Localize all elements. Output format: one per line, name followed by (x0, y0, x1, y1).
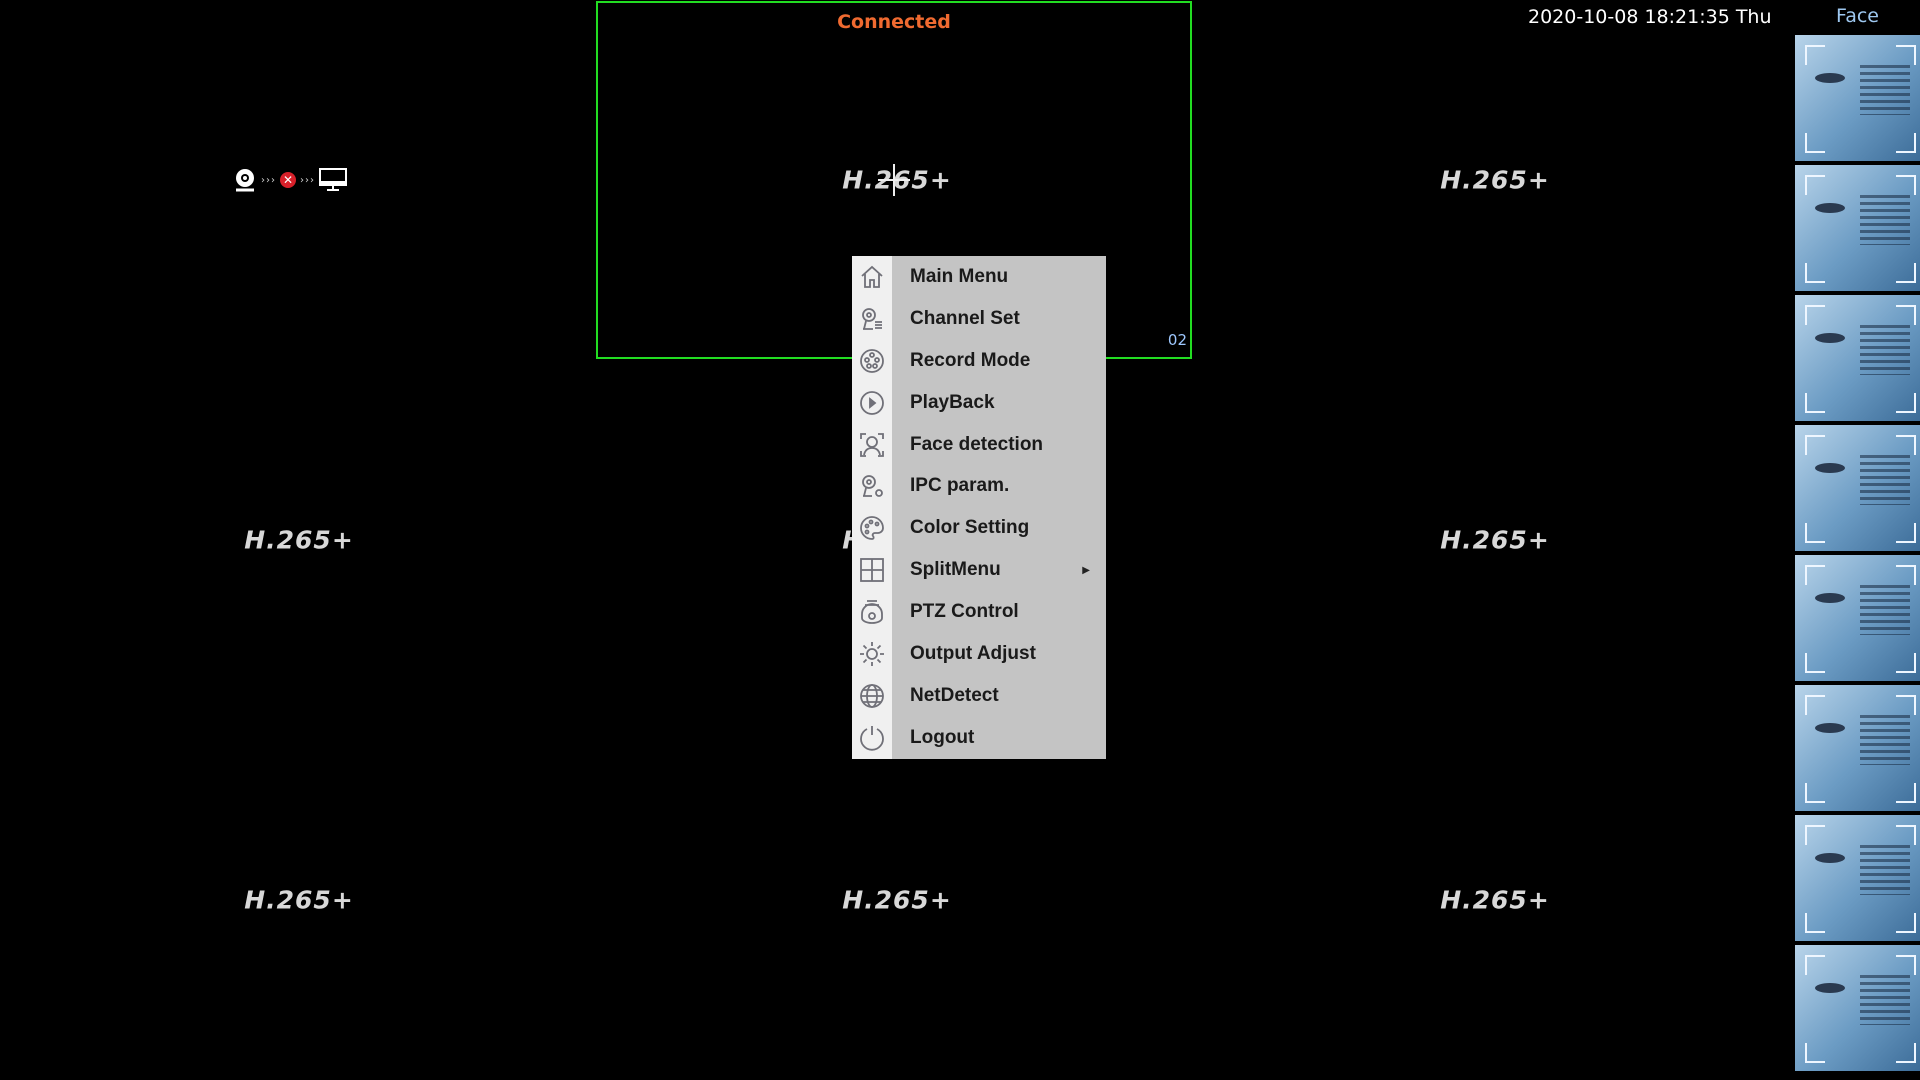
context-menu: Main Menu Channel Set Record Mode PlayBack F… (852, 256, 1106, 759)
menu-item-label: Output Adjust (910, 642, 1036, 664)
face-thumbnail[interactable] (1795, 685, 1920, 811)
face-thumbnail[interactable] (1795, 815, 1920, 941)
menu-item-ptz-control[interactable]: PTZ Control (852, 591, 1106, 633)
menu-item-ipc-param[interactable]: IPC param. (852, 465, 1106, 507)
film-reel-icon (860, 348, 884, 373)
menu-item-label: PTZ Control (910, 601, 1019, 623)
disconnected-icon: ✕ (280, 172, 296, 188)
submenu-arrow-icon: ▶ (1082, 564, 1090, 576)
datetime-display: 2020-10-08 18:21:35 Thu (1528, 6, 1772, 28)
channel-number: 02 (1167, 331, 1187, 349)
channel-cell[interactable]: H.265+ (1196, 360, 1794, 720)
codec-label: H.265+ (842, 885, 952, 915)
channel-cell[interactable]: H.265+ (598, 720, 1196, 1080)
brightness-icon (860, 641, 884, 666)
menu-item-splitmenu[interactable]: SplitMenu ▶ (852, 549, 1106, 591)
channel-cell[interactable]: H.265+ (0, 360, 598, 720)
camera-gear-icon (862, 475, 883, 498)
face-thumbnail[interactable] (1795, 425, 1920, 551)
menu-item-label: Face detection (910, 433, 1044, 455)
codec-label: H.265+ (1440, 165, 1550, 195)
channel-cell[interactable]: H.265+ (1196, 720, 1794, 1080)
menu-item-main-menu[interactable]: Main Menu (852, 256, 1106, 298)
face-panel-title: Face (1836, 5, 1879, 27)
menu-item-label: PlayBack (910, 391, 995, 413)
menu-item-logout[interactable]: Logout (852, 717, 1106, 759)
menu-item-label: SplitMenu (910, 559, 1001, 581)
menu-item-record-mode[interactable]: Record Mode (852, 340, 1106, 382)
palette-icon (860, 516, 884, 541)
globe-icon (860, 683, 884, 708)
menu-item-channel-set[interactable]: Channel Set (852, 298, 1106, 340)
face-thumbnail[interactable] (1795, 295, 1920, 421)
monitor-icon (319, 168, 347, 191)
camera-icon (236, 169, 254, 192)
link-dots-icon: ››› (261, 174, 276, 186)
menu-item-face-detection[interactable]: Face detection (852, 424, 1106, 466)
connection-status: Connected (837, 11, 951, 33)
home-icon (861, 265, 883, 288)
play-icon (860, 390, 884, 415)
power-icon (860, 725, 884, 751)
crosshair-cursor-icon (878, 164, 910, 196)
channel-cell[interactable]: H.265+ (0, 720, 598, 1080)
menu-item-label: Channel Set (910, 307, 1020, 329)
face-thumbnail[interactable] (1795, 945, 1920, 1071)
menu-item-color-setting[interactable]: Color Setting (852, 507, 1106, 549)
face-thumbnail[interactable] (1795, 555, 1920, 681)
codec-label: H.265+ (1440, 525, 1550, 555)
menu-item-playback[interactable]: PlayBack (852, 382, 1106, 424)
grid-icon (860, 558, 884, 583)
camera-list-icon (862, 307, 882, 330)
menu-item-output-adjust[interactable]: Output Adjust (852, 633, 1106, 675)
menu-item-label: Color Setting (910, 517, 1030, 539)
connection-status-icons: ››› ✕ ››› (233, 167, 347, 193)
menu-item-label: Main Menu (910, 265, 1009, 287)
face-thumbnail[interactable] (1795, 165, 1920, 291)
link-dots-icon: ››› (300, 174, 315, 186)
ptz-camera-icon (861, 600, 883, 624)
menu-item-label: Record Mode (910, 349, 1031, 371)
codec-label: H.265+ (244, 885, 354, 915)
menu-item-label: NetDetect (910, 684, 999, 706)
codec-label: H.265+ (1440, 885, 1550, 915)
menu-item-netdetect[interactable]: NetDetect (852, 675, 1106, 717)
menu-item-label: IPC param. (910, 475, 1010, 497)
codec-label: H.265+ (244, 525, 354, 555)
face-scan-icon (860, 432, 884, 457)
menu-item-label: Logout (910, 726, 975, 748)
channel-cell[interactable]: H.265+ (1196, 0, 1794, 360)
face-thumbnail[interactable] (1795, 35, 1920, 161)
